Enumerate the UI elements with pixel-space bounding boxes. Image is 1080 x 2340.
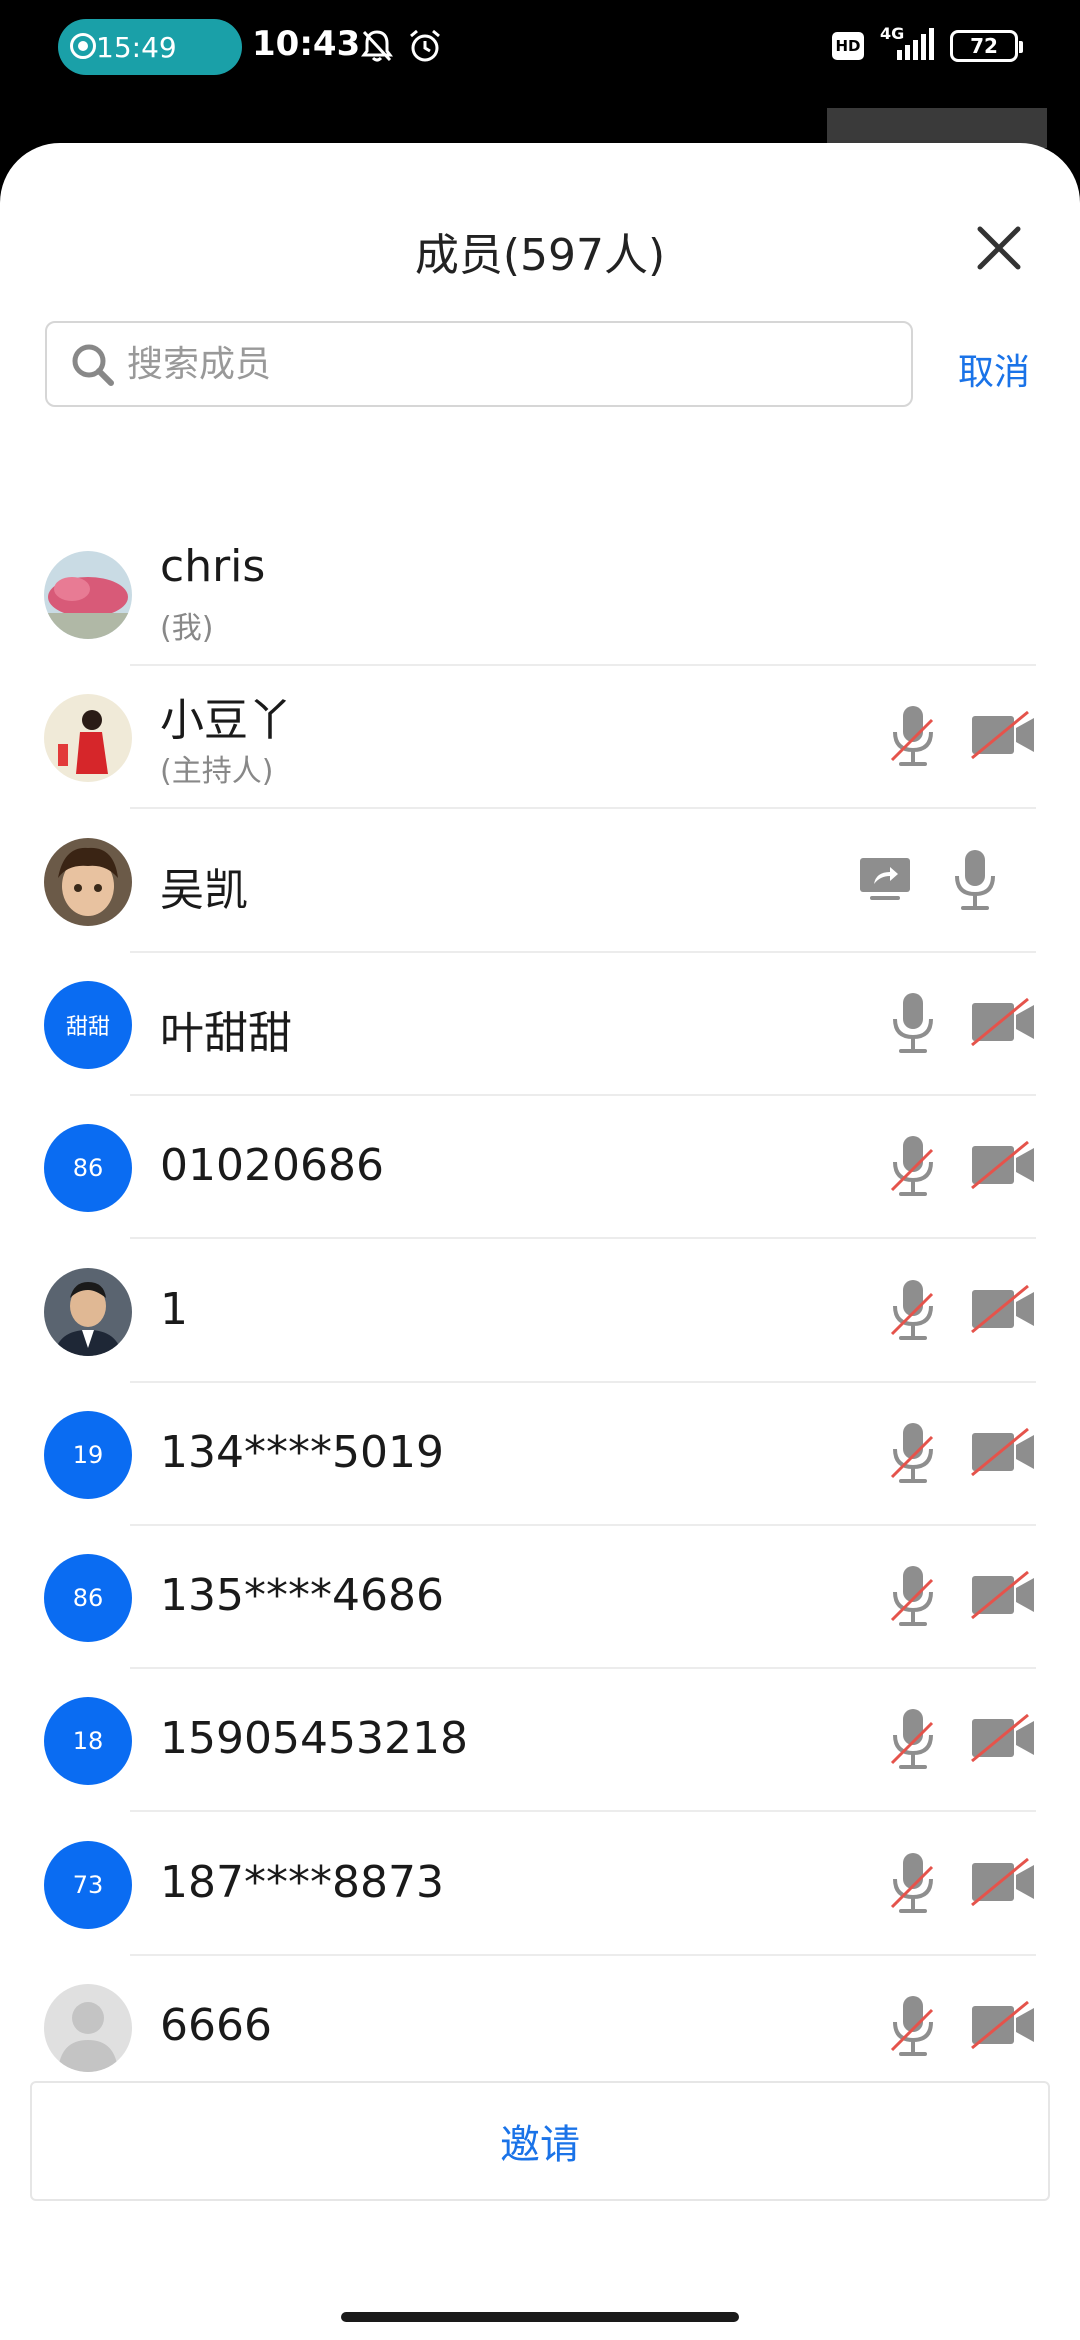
camera-off-icon[interactable] — [970, 1857, 1036, 1907]
camera-off-icon[interactable] — [970, 1570, 1036, 1620]
member-role: (我) — [160, 611, 214, 646]
avatar[interactable] — [44, 1984, 132, 2072]
member-row[interactable]: 86 01020686 — [0, 1096, 1080, 1240]
recording-indicator[interactable]: 15:49 — [58, 19, 242, 75]
member-name: 1 — [160, 1283, 188, 1335]
avatar[interactable]: 86 — [44, 1124, 132, 1213]
status-bar: 15:49 10:43 HD 4G 72 — [0, 0, 1080, 96]
search-input[interactable] — [127, 323, 887, 405]
mic-icon[interactable] — [890, 991, 936, 1057]
bell-muted-icon — [361, 30, 393, 62]
search-box[interactable] — [45, 321, 913, 407]
mic-muted-icon[interactable] — [890, 704, 936, 770]
camera-off-icon[interactable] — [970, 710, 1036, 760]
sheet-title: 成员(597人) — [414, 230, 666, 281]
camera-off-icon[interactable] — [970, 1427, 1036, 1477]
member-row[interactable]: 86 135****4686 — [0, 1526, 1080, 1670]
avatar[interactable] — [44, 1267, 132, 1356]
member-row[interactable]: 18 15905453218 — [0, 1669, 1080, 1813]
member-name: chris — [160, 541, 266, 592]
member-name: 吴凯 — [160, 864, 248, 916]
mic-icon[interactable] — [952, 848, 998, 914]
screen-share-icon[interactable] — [858, 856, 912, 902]
member-row[interactable]: chris (我) — [0, 523, 1080, 666]
battery-indicator: 72 — [950, 30, 1023, 62]
invite-button[interactable]: 邀请 — [30, 2081, 1050, 2201]
close-icon[interactable] — [976, 225, 1022, 271]
background-app-peek — [827, 108, 1047, 148]
recording-time: 15:49 — [96, 30, 177, 64]
member-name: 134****5019 — [160, 1426, 444, 1478]
member-name: 叶甜甜 — [160, 1007, 292, 1059]
member-name: 01020686 — [160, 1140, 384, 1192]
member-row[interactable]: 73 187****8873 — [0, 1813, 1080, 1956]
hd-voice-icon: HD — [832, 32, 864, 60]
avatar[interactable]: 19 — [44, 1410, 132, 1499]
member-row[interactable]: 小豆丫 (主持人) — [0, 666, 1080, 810]
camera-off-icon[interactable] — [970, 1284, 1036, 1334]
alarm-icon — [410, 29, 440, 62]
camera-off-icon[interactable] — [970, 997, 1036, 1047]
record-icon — [70, 33, 96, 59]
mic-muted-icon[interactable] — [890, 1707, 936, 1773]
avatar[interactable] — [44, 694, 132, 783]
member-name: 6666 — [160, 2000, 272, 2051]
avatar[interactable]: 73 — [44, 1840, 132, 1929]
home-indicator[interactable] — [341, 2312, 739, 2322]
cancel-button[interactable]: 取消 — [958, 343, 1030, 395]
member-name: 小豆丫 — [160, 695, 292, 747]
member-row[interactable]: 19 134****5019 — [0, 1383, 1080, 1526]
mic-muted-icon[interactable] — [890, 1564, 936, 1630]
mic-muted-icon[interactable] — [890, 1851, 936, 1917]
avatar[interactable] — [44, 837, 132, 926]
camera-off-icon[interactable] — [970, 1140, 1036, 1190]
mic-muted-icon[interactable] — [890, 1278, 936, 1344]
member-name: 135****4686 — [160, 1570, 444, 1622]
member-row[interactable]: 6666 — [0, 1956, 1080, 2099]
camera-off-icon[interactable] — [970, 1713, 1036, 1763]
avatar[interactable]: 甜甜 — [44, 980, 132, 1069]
member-row[interactable]: 吴凯 — [0, 810, 1080, 953]
members-sheet: 成员(597人) 取消 chris (我) 小豆丫 (主持人) 吴凯甜甜叶甜甜 86 010… — [0, 143, 1080, 2340]
member-row[interactable]: 甜甜 叶甜甜 — [0, 953, 1080, 1096]
member-role: (主持人) — [160, 754, 274, 790]
member-name: 187****8873 — [160, 1856, 444, 1908]
member-row[interactable]: 1 — [0, 1240, 1080, 1383]
avatar[interactable] — [44, 551, 132, 639]
camera-off-icon[interactable] — [970, 2000, 1036, 2050]
mic-muted-icon[interactable] — [890, 1134, 936, 1200]
avatar[interactable]: 18 — [44, 1697, 132, 1786]
mic-muted-icon[interactable] — [890, 1421, 936, 1487]
search-icon — [72, 344, 114, 386]
mic-muted-icon[interactable] — [890, 1994, 936, 2060]
clock: 10:43 — [252, 24, 361, 64]
avatar[interactable]: 86 — [44, 1554, 132, 1643]
member-name: 15905453218 — [160, 1713, 468, 1765]
signal-icon — [897, 28, 934, 60]
